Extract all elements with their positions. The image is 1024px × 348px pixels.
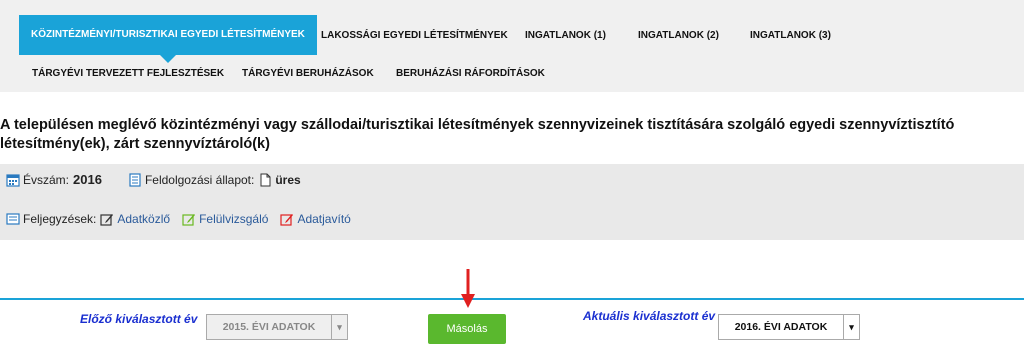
page-title: A településen meglévő közintézményi vagy… xyxy=(0,117,955,152)
current-year-select[interactable]: 2016. ÉVI ADATOK ▾ xyxy=(718,314,860,340)
notes-label: Feljegyzések: xyxy=(23,212,97,226)
tab-kozintezmenyi[interactable]: KÖZINTÉZMÉNYI/TURISZTIKAI EGYEDI LÉTESÍT… xyxy=(19,15,317,63)
edit-icon-adatjavito xyxy=(280,212,294,226)
status-value: üres xyxy=(275,172,301,187)
tab-beruhazasi-raforditasok[interactable]: BERUHÁZÁSI RÁFORDÍTÁSOK xyxy=(396,68,545,79)
notes-icon xyxy=(6,212,20,226)
calendar-icon xyxy=(6,173,20,187)
notes-row: Feljegyzések: Adatközlő Felülvizsgáló Ad… xyxy=(6,212,363,226)
tab-targyevi-beruhazasok[interactable]: TÁRGYÉVI BERUHÁZÁSOK xyxy=(242,68,374,79)
copy-button[interactable]: Másolás xyxy=(428,314,506,344)
link-felulvizsgalo[interactable]: Felülvizsgáló xyxy=(199,212,268,226)
tab-ingatlanok-3[interactable]: INGATLANOK (3) xyxy=(750,30,831,41)
tab-ingatlanok-1[interactable]: INGATLANOK (1) xyxy=(525,30,606,41)
prev-year-select-value: 2015. ÉVI ADATOK xyxy=(222,321,316,333)
red-arrow-icon xyxy=(461,269,475,308)
section-divider xyxy=(0,298,1024,300)
link-adatkozlo[interactable]: Adatközlő xyxy=(117,212,170,226)
edit-icon-felulvizsgalo xyxy=(182,212,196,226)
year-row: Évszám: 2016 Feldolgozási állapot: üres xyxy=(6,172,301,187)
tab-ingatlanok-2[interactable]: INGATLANOK (2) xyxy=(638,30,719,41)
year-label: Évszám: xyxy=(23,172,70,187)
prev-year-label: Előző kiválasztott év xyxy=(80,312,198,326)
info-panel: Évszám: 2016 Feldolgozási állapot: üres … xyxy=(0,164,1024,240)
chevron-down-icon: ▾ xyxy=(843,315,859,339)
tab-lakossagi[interactable]: LAKOSSÁGI EGYEDI LÉTESÍTMÉNYEK xyxy=(321,30,508,41)
chevron-down-icon: ▾ xyxy=(331,315,347,339)
file-icon xyxy=(258,173,272,187)
tab-bar: KÖZINTÉZMÉNYI/TURISZTIKAI EGYEDI LÉTESÍT… xyxy=(0,0,1024,92)
year-value: 2016 xyxy=(73,172,102,187)
prev-year-select[interactable]: 2015. ÉVI ADATOK ▾ xyxy=(206,314,348,340)
edit-icon-adatkozlo xyxy=(100,212,114,226)
status-label: Feldolgozási állapot: xyxy=(144,172,255,187)
link-adatjavito[interactable]: Adatjavító xyxy=(297,212,350,226)
document-list-icon xyxy=(128,172,142,187)
tab-targyevi-tervezett[interactable]: TÁRGYÉVI TERVEZETT FEJLESZTÉSEK xyxy=(32,68,224,79)
current-year-select-value: 2016. ÉVI ADATOK xyxy=(734,321,828,333)
current-year-label: Aktuális kiválasztott év xyxy=(583,309,716,323)
